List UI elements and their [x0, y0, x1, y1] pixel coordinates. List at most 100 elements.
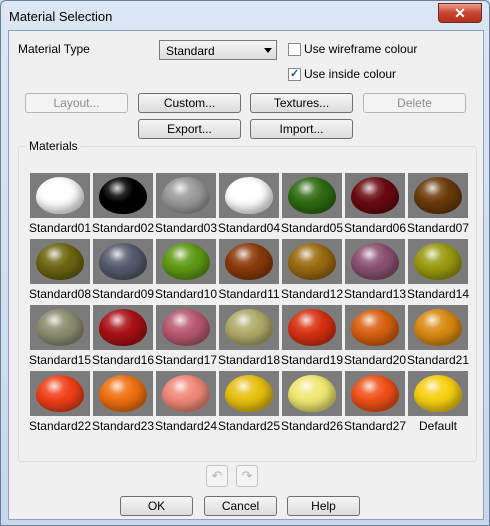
material-swatch[interactable] — [156, 173, 216, 218]
material-name: Standard16 — [91, 353, 155, 367]
inside-colour-label[interactable]: Use inside colour — [304, 67, 396, 81]
material-tile[interactable]: Standard25 — [218, 371, 280, 433]
help-button[interactable]: Help — [287, 496, 360, 516]
material-sphere-preview — [351, 375, 399, 412]
import-button[interactable]: Import... — [250, 119, 353, 139]
material-tile[interactable]: Standard24 — [155, 371, 217, 433]
material-tile[interactable]: Standard07 — [407, 173, 469, 235]
material-tile[interactable]: Standard02 — [92, 173, 154, 235]
material-swatch[interactable] — [93, 239, 153, 284]
material-sphere-preview — [225, 375, 273, 412]
material-name: Standard18 — [217, 353, 281, 367]
material-swatch[interactable] — [345, 305, 405, 350]
material-swatch[interactable] — [30, 173, 90, 218]
material-name: Standard03 — [154, 221, 218, 235]
material-name: Standard23 — [91, 419, 155, 433]
material-tile[interactable]: Standard09 — [92, 239, 154, 301]
material-tile[interactable]: Standard13 — [343, 239, 407, 301]
material-sphere-preview — [414, 177, 462, 214]
material-swatch[interactable] — [30, 371, 90, 416]
material-swatch[interactable] — [408, 305, 468, 350]
material-sphere-preview — [288, 309, 336, 346]
material-name: Standard04 — [217, 221, 281, 235]
layout-button[interactable]: Layout... — [25, 93, 128, 113]
material-tile[interactable]: Standard03 — [154, 173, 218, 235]
material-swatch[interactable] — [408, 173, 468, 218]
textures-button[interactable]: Textures... — [250, 93, 353, 113]
material-name: Standard08 — [28, 287, 92, 301]
material-tile[interactable]: Standard21 — [406, 305, 470, 367]
material-tile[interactable]: Standard10 — [155, 239, 217, 301]
material-swatch[interactable] — [219, 173, 279, 218]
material-swatch[interactable] — [30, 239, 90, 284]
material-name: Standard27 — [343, 419, 407, 433]
material-type-dropdown[interactable]: Standard — [159, 40, 277, 60]
material-swatch[interactable] — [219, 371, 279, 416]
cancel-button[interactable]: Cancel — [204, 496, 277, 516]
close-button[interactable]: ✕ — [438, 3, 482, 23]
material-swatch[interactable] — [282, 305, 342, 350]
material-tile[interactable]: Standard14 — [407, 239, 469, 301]
material-name: Standard20 — [343, 353, 407, 367]
material-tile[interactable]: Standard18 — [217, 305, 281, 367]
material-swatch[interactable] — [345, 371, 405, 416]
material-swatch[interactable] — [408, 371, 468, 416]
material-swatch[interactable] — [219, 305, 279, 350]
custom-button[interactable]: Custom... — [138, 93, 241, 113]
material-tile[interactable]: Standard06 — [343, 173, 407, 235]
material-swatch[interactable] — [93, 371, 153, 416]
material-tile[interactable]: Standard22 — [29, 371, 91, 433]
material-sphere-preview — [414, 309, 462, 346]
wireframe-colour-checkbox[interactable] — [288, 43, 301, 56]
material-swatch[interactable] — [345, 173, 405, 218]
material-sphere-preview — [414, 375, 462, 412]
material-tile[interactable]: Standard04 — [217, 173, 281, 235]
material-swatch[interactable] — [282, 173, 342, 218]
undo-icon[interactable]: ↶ — [206, 465, 228, 487]
material-tile[interactable]: Standard15 — [29, 305, 91, 367]
material-swatch[interactable] — [93, 173, 153, 218]
material-sphere-preview — [225, 309, 273, 346]
material-tile[interactable]: Standard17 — [155, 305, 217, 367]
material-tile[interactable]: Standard16 — [91, 305, 155, 367]
inside-colour-checkbox[interactable]: ✓ — [288, 68, 301, 81]
material-tile[interactable]: Standard08 — [28, 239, 92, 301]
material-name: Standard21 — [406, 353, 470, 367]
material-swatch[interactable] — [156, 371, 216, 416]
material-tile[interactable]: Standard05 — [281, 173, 343, 235]
delete-button[interactable]: Delete — [363, 93, 466, 113]
export-button[interactable]: Export... — [138, 119, 241, 139]
material-tile[interactable]: Standard23 — [91, 371, 155, 433]
material-type-label: Material Type — [18, 42, 90, 56]
ok-button[interactable]: OK — [120, 496, 193, 516]
material-swatch[interactable] — [30, 305, 90, 350]
material-sphere-preview — [36, 243, 84, 280]
redo-icon[interactable]: ↷ — [236, 465, 258, 487]
material-tile[interactable]: Standard27 — [343, 371, 407, 433]
material-swatch[interactable] — [219, 239, 279, 284]
material-sphere-preview — [162, 309, 210, 346]
material-tile[interactable]: Standard26 — [281, 371, 343, 433]
title-bar[interactable]: Material Selection ✕ — [1, 1, 489, 31]
material-tile[interactable]: Default — [408, 371, 468, 433]
material-sphere-preview — [99, 177, 147, 214]
material-swatch[interactable] — [345, 239, 405, 284]
material-swatch[interactable] — [408, 239, 468, 284]
material-sphere-preview — [288, 177, 336, 214]
material-tile[interactable]: Standard19 — [281, 305, 343, 367]
wireframe-colour-label[interactable]: Use wireframe colour — [304, 42, 417, 56]
material-name: Standard06 — [343, 221, 407, 235]
material-swatch[interactable] — [282, 239, 342, 284]
material-name: Standard13 — [343, 287, 407, 301]
material-tile[interactable]: Standard12 — [281, 239, 343, 301]
material-sphere-preview — [288, 375, 336, 412]
material-tile[interactable]: Standard01 — [29, 173, 91, 235]
material-tile[interactable]: Standard20 — [343, 305, 407, 367]
material-swatch[interactable] — [282, 371, 342, 416]
dialog-body: Material Type Standard Use wireframe col… — [8, 30, 484, 520]
material-swatch[interactable] — [156, 239, 216, 284]
material-tile[interactable]: Standard11 — [218, 239, 280, 301]
material-swatch[interactable] — [156, 305, 216, 350]
material-swatch[interactable] — [93, 305, 153, 350]
material-sphere-preview — [99, 375, 147, 412]
